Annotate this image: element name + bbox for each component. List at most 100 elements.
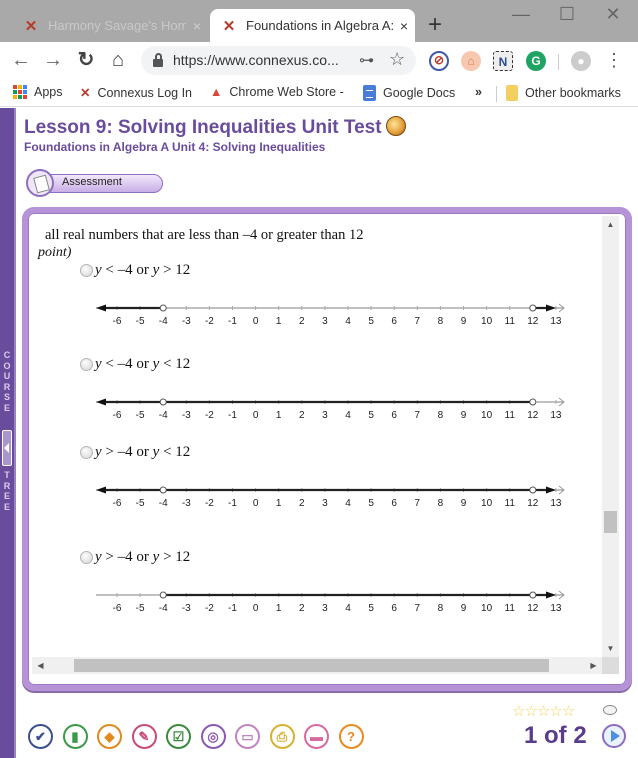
vertical-scroll-thumb[interactable]: [604, 511, 617, 533]
question-frame: all real numbers that are less than –4 o…: [22, 207, 632, 691]
bookmark-label: Chrome Web Store -: [229, 85, 344, 99]
tick-label: -2: [205, 316, 214, 327]
open-point: [159, 304, 167, 312]
scroll-up-arrow[interactable]: ▲: [602, 216, 619, 233]
comment-icon[interactable]: [603, 705, 617, 715]
vertical-scrollbar[interactable]: ▲ ▼: [602, 216, 619, 657]
home-button[interactable]: ⌂: [106, 48, 130, 72]
pushpin-tool-button[interactable]: ✎: [131, 724, 157, 749]
open-point: [159, 591, 167, 599]
answer-radio[interactable]: [80, 358, 93, 371]
block-extension-icon[interactable]: ⊘: [429, 51, 449, 71]
n-extension-icon[interactable]: N: [493, 51, 513, 71]
horizontal-scroll-thumb[interactable]: [74, 659, 549, 672]
tick-label: 7: [415, 603, 421, 614]
message-tool-button[interactable]: ▭: [235, 724, 260, 749]
lesson-subtitle: Foundations in Algebra A Unit 4: Solving…: [24, 140, 326, 154]
answer-radio[interactable]: [80, 264, 93, 277]
extension-icon[interactable]: ⌂: [461, 51, 481, 71]
notebook-tool-button[interactable]: ▮: [62, 724, 88, 749]
lesson-title: Lesson 9: Solving Inequalities Unit Test: [24, 116, 406, 139]
bookmark-apps[interactable]: Apps: [13, 85, 63, 99]
tab-harmony-home[interactable]: ✕ Harmony Savage's Home ×: [12, 9, 208, 42]
key-icon[interactable]: ⊶: [359, 51, 374, 69]
tick-label: 0: [253, 316, 259, 327]
tick-label: 1: [276, 603, 282, 614]
toolbar-divider: [558, 54, 559, 70]
answer-label[interactable]: y > –4 or y > 12: [95, 549, 190, 566]
chrome-web-store-icon: ▲: [210, 85, 223, 99]
bookmark-star-icon[interactable]: ☆: [389, 49, 405, 70]
question-viewport: all real numbers that are less than –4 o…: [32, 216, 602, 657]
bookmark-label: Apps: [34, 85, 63, 99]
connexus-icon: ✕: [222, 17, 236, 35]
menu-icon[interactable]: ⋮: [602, 48, 626, 72]
bookmarks-overflow-button[interactable]: »: [475, 85, 482, 99]
horizontal-scrollbar[interactable]: ◀ ▶: [32, 657, 602, 674]
number-line: -6 -5 -4 -3 -2 -1 0 1 2 3 4 5 6 7 8 9 10 11 12 13: [96, 590, 565, 614]
minimize-button[interactable]: —: [498, 4, 544, 25]
tick-label: 3: [322, 316, 328, 327]
tick-label: -3: [182, 603, 191, 614]
tick-label: 2: [299, 410, 305, 421]
print-tool-button[interactable]: ⎙: [269, 724, 295, 749]
tick-label: -1: [228, 316, 237, 327]
grammarly-icon[interactable]: G: [526, 51, 546, 71]
bookmark-chrome-web-store[interactable]: ▲ Chrome Web Store -: [210, 85, 344, 99]
back-button[interactable]: ←: [9, 48, 33, 72]
answer-label[interactable]: y < –4 or y > 12: [95, 262, 190, 279]
answer-label[interactable]: y > –4 or y < 12: [95, 444, 190, 461]
close-window-button[interactable]: ✕: [590, 4, 636, 25]
scroll-left-arrow[interactable]: ◀: [32, 657, 49, 674]
tick-label: 13: [550, 410, 562, 421]
bookmark-google-docs[interactable]: Google Docs: [363, 85, 455, 101]
tick-label: -5: [136, 603, 145, 614]
tick-label: -3: [182, 410, 191, 421]
answer-radio[interactable]: [80, 446, 93, 459]
tab-close-icon[interactable]: ×: [393, 18, 415, 34]
tick-label: 6: [391, 498, 397, 509]
tick-label: 8: [438, 498, 444, 509]
tick-label: 4: [345, 316, 351, 327]
check-tool-button[interactable]: ✔: [28, 724, 53, 749]
ray-arrow-left: [96, 304, 106, 312]
tick-label: 6: [391, 316, 397, 327]
tick-label: 0: [253, 603, 259, 614]
answer-radio[interactable]: [80, 551, 93, 564]
scroll-down-arrow[interactable]: ▼: [602, 640, 619, 657]
profile-avatar-icon[interactable]: ●: [571, 51, 591, 71]
tick-label: -2: [205, 603, 214, 614]
number-line: -6 -5 -4 -3 -2 -1 0 1 2 3 4 5 6 7 8 9 10 11 12 13: [96, 303, 565, 327]
tick-label: 7: [415, 410, 421, 421]
course-tree-toggle[interactable]: [2, 430, 12, 466]
checklist-tool-button[interactable]: ☑: [166, 724, 191, 749]
new-tab-button[interactable]: +: [424, 12, 446, 38]
backpack-tool-button[interactable]: ◆: [97, 724, 122, 749]
next-page-button[interactable]: [602, 724, 626, 748]
course-tree-sidebar[interactable]: COURSE TREE: [0, 108, 16, 758]
tab-strip: ✕ Harmony Savage's Home × ✕ Foundations …: [0, 0, 638, 42]
target-tool-button[interactable]: ◎: [200, 724, 226, 749]
other-bookmarks[interactable]: Other bookmarks: [506, 85, 621, 101]
google-docs-icon: [363, 85, 376, 101]
rating-stars[interactable]: ☆☆☆☆☆: [512, 702, 575, 720]
forward-button[interactable]: →: [41, 48, 65, 72]
address-bar[interactable]: https://www.connexus.co... ⊶ ☆: [141, 46, 416, 75]
tick-label: 5: [368, 410, 374, 421]
tick-label: 4: [345, 498, 351, 509]
help-tool-button[interactable]: ?: [338, 724, 364, 749]
bookmark-label: Other bookmarks: [525, 86, 621, 100]
bookmark-connexus-login[interactable]: ✕ Connexus Log In: [80, 85, 192, 101]
maximize-button[interactable]: ☐: [544, 4, 590, 25]
tick-label: 5: [368, 316, 374, 327]
bookmarks-bar: Apps ✕ Connexus Log In ▲ Chrome Web Stor…: [0, 79, 638, 107]
reload-button[interactable]: ↻: [74, 48, 98, 72]
scroll-right-arrow[interactable]: ▶: [585, 657, 602, 674]
stapler-tool-button[interactable]: ▬: [304, 724, 329, 749]
open-point: [159, 398, 167, 406]
url-text[interactable]: https://www.connexus.co...: [173, 52, 339, 68]
lesson-title-text: Lesson 9: Solving Inequalities Unit Test: [24, 117, 382, 138]
tab-close-icon[interactable]: ×: [186, 18, 208, 34]
answer-label[interactable]: y < –4 or y < 12: [95, 356, 190, 373]
tab-foundations-algebra[interactable]: ✕ Foundations in Algebra A: ×: [210, 9, 415, 42]
